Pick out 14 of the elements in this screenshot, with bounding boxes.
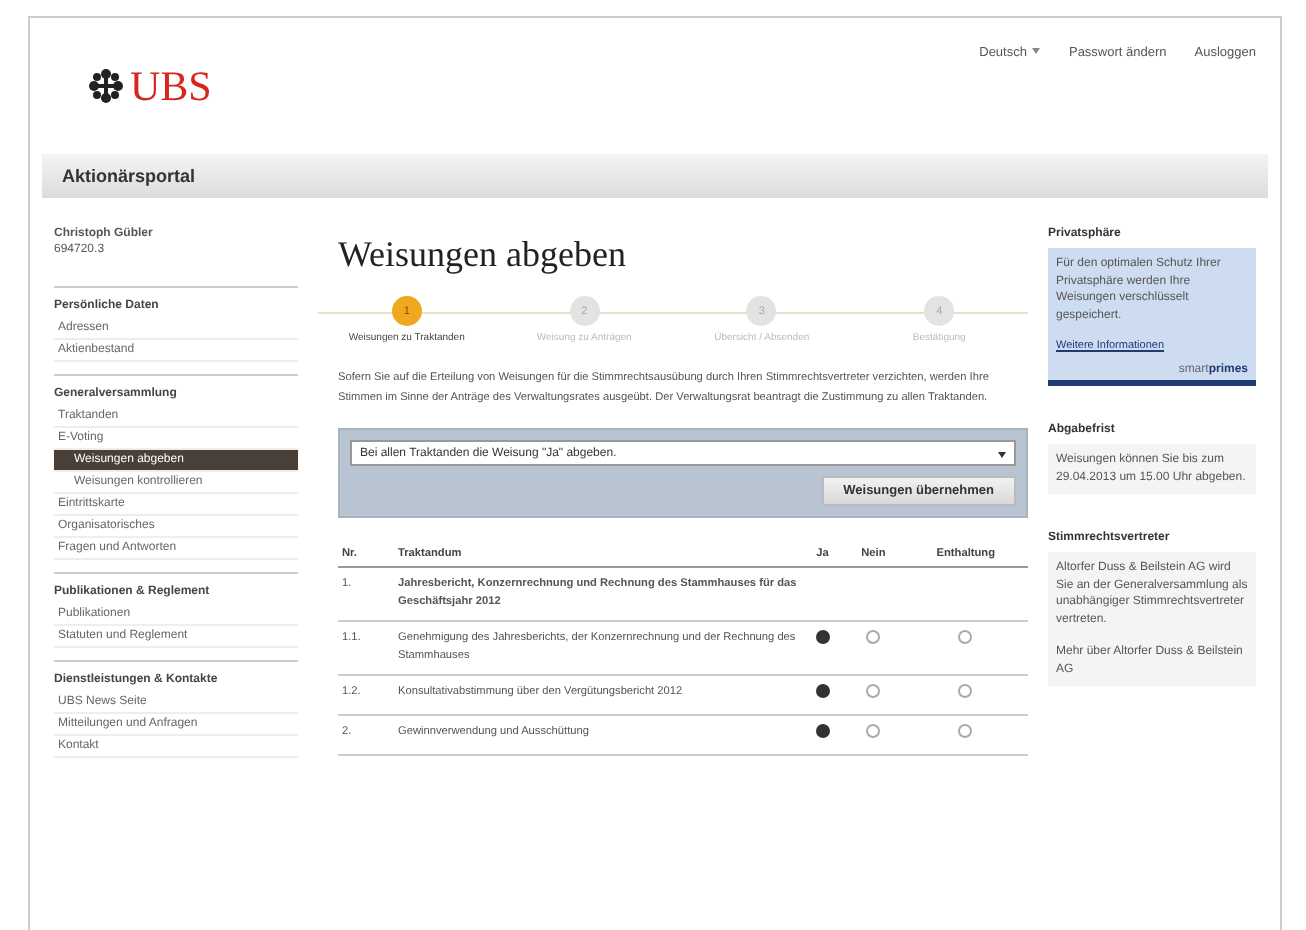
- dropdown-arrow-icon: [998, 451, 1006, 461]
- radio-button[interactable]: [815, 684, 830, 698]
- radio-button[interactable]: [866, 630, 881, 644]
- portal-title: Aktionärsportal: [62, 166, 196, 186]
- radio-button[interactable]: [866, 684, 881, 698]
- page-title: Weisungen abgeben: [338, 234, 628, 276]
- logo: UBS: [86, 62, 212, 110]
- caret-icon: [1032, 47, 1041, 58]
- radio-button[interactable]: [958, 684, 973, 698]
- radio-button[interactable]: [866, 724, 881, 738]
- radio-button[interactable]: [815, 630, 830, 644]
- radio-button[interactable]: [958, 630, 973, 644]
- radio-button[interactable]: [958, 724, 973, 738]
- radio-button[interactable]: [815, 724, 830, 738]
